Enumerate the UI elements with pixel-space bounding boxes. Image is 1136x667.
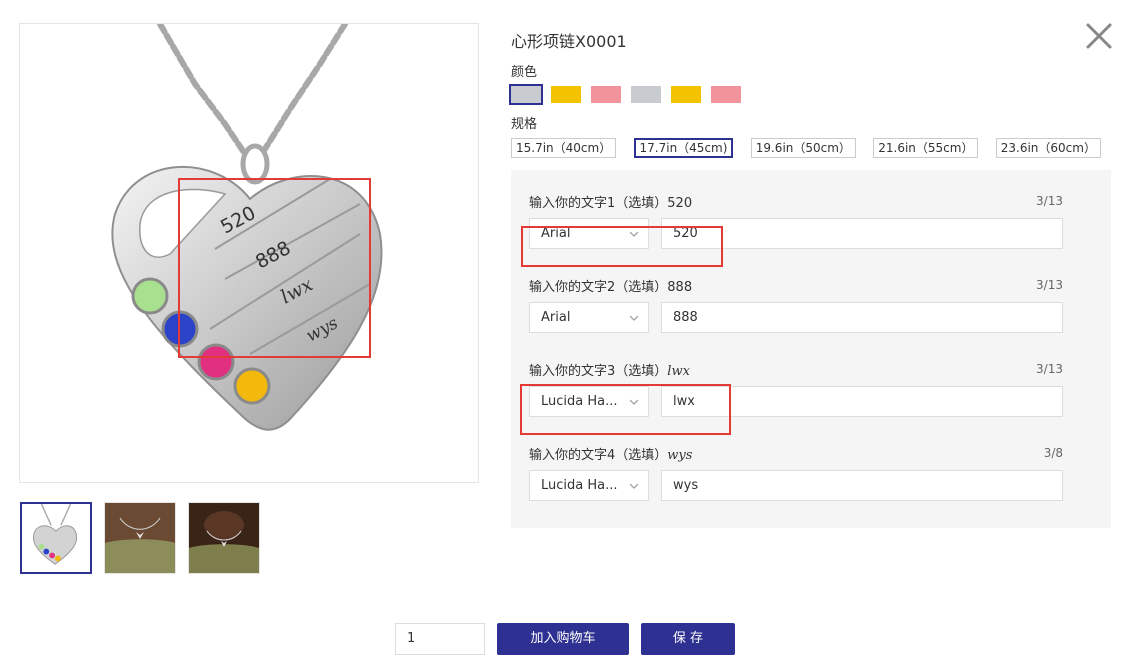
color-swatch-1[interactable] <box>509 84 543 105</box>
color-swatches <box>509 84 741 105</box>
font-select[interactable]: Arial <box>529 218 649 249</box>
field-label: 输入你的文字2（选填）888 <box>529 279 693 295</box>
font-select-value: Lucida Ha... <box>541 394 618 409</box>
thumbnail-1[interactable] <box>20 502 92 574</box>
customization-panel: 输入你的文字1（选填）520 3/13 Arial 520 输入你的文字2（选填… <box>511 170 1111 528</box>
stone-green <box>131 277 169 315</box>
font-select[interactable]: Lucida Ha... <box>529 470 649 501</box>
product-main-image: 520 888 lwx wys <box>19 23 479 483</box>
chevron-down-icon <box>630 231 638 237</box>
close-icon <box>1086 23 1112 49</box>
font-select[interactable]: Lucida Ha... <box>529 386 649 417</box>
stone-pink <box>197 343 235 381</box>
thumbnail-2[interactable] <box>104 502 176 574</box>
text-field-4: 输入你的文字4（选填）wys 3/8 Lucida Ha... wys <box>529 443 1063 501</box>
char-count: 3/13 <box>1036 362 1063 376</box>
size-label: 规格 <box>511 117 538 132</box>
thumbnail-model-image-1 <box>105 503 175 573</box>
text-field-3: 输入你的文字3（选填）lwx 3/13 Lucida Ha... lwx <box>529 359 1063 417</box>
save-button[interactable]: 保 存 <box>641 623 735 655</box>
chevron-down-icon <box>630 315 638 321</box>
char-count: 3/8 <box>1043 446 1063 460</box>
size-option-1[interactable]: 15.7in（40cm） <box>511 138 617 158</box>
font-select[interactable]: Arial <box>529 302 649 333</box>
color-swatch-3[interactable] <box>591 86 621 103</box>
text-field-1: 输入你的文字1（选填）520 3/13 Arial 520 <box>529 191 1063 249</box>
text-input[interactable]: 888 <box>661 302 1063 333</box>
size-option-2[interactable]: 17.7in（45cm) <box>633 138 734 158</box>
char-count: 3/13 <box>1036 194 1063 208</box>
field-label: 输入你的文字1（选填）520 <box>529 195 693 211</box>
thumbnail-necklace-image <box>22 504 90 572</box>
font-select-value: Arial <box>541 226 571 241</box>
text-field-2: 输入你的文字2（选填）888 3/13 Arial 888 <box>529 275 1063 333</box>
color-swatch-2[interactable] <box>551 86 581 103</box>
char-count: 3/13 <box>1036 278 1063 292</box>
field-label: 输入你的文字3（选填）lwx <box>529 363 690 379</box>
thumbnail-strip <box>20 502 260 574</box>
font-select-value: Lucida Ha... <box>541 478 618 493</box>
size-option-3[interactable]: 19.6in（50cm） <box>750 138 856 158</box>
size-options: 15.7in（40cm） 17.7in（45cm) 19.6in（50cm） 21.6… <box>511 138 1101 158</box>
field-label: 输入你的文字4（选填）wys <box>529 447 693 463</box>
color-swatch-5[interactable] <box>671 86 701 103</box>
close-button[interactable] <box>1084 21 1114 51</box>
color-swatch-6[interactable] <box>711 86 741 103</box>
product-title: 心形项链X0001 <box>511 32 627 51</box>
size-option-4[interactable]: 21.6in（55cm） <box>873 138 979 158</box>
color-label: 颜色 <box>511 65 538 80</box>
stone-yellow <box>233 367 271 405</box>
text-input[interactable]: 520 <box>661 218 1063 249</box>
chevron-down-icon <box>630 483 638 489</box>
action-bar: 1 加入购物车 保 存 <box>395 623 735 655</box>
thumbnail-model-image-2 <box>189 503 259 573</box>
add-to-cart-button[interactable]: 加入购物车 <box>497 623 629 655</box>
quantity-input[interactable]: 1 <box>395 623 485 655</box>
size-option-5[interactable]: 23.6in（60cm） <box>995 138 1101 158</box>
font-select-value: Arial <box>541 310 571 325</box>
color-swatch-4[interactable] <box>631 86 661 103</box>
necklace-illustration: 520 888 lwx wys <box>111 24 383 431</box>
text-input[interactable]: lwx <box>661 386 1063 417</box>
chevron-down-icon <box>630 399 638 405</box>
text-input[interactable]: wys <box>661 470 1063 501</box>
thumbnail-3[interactable] <box>188 502 260 574</box>
